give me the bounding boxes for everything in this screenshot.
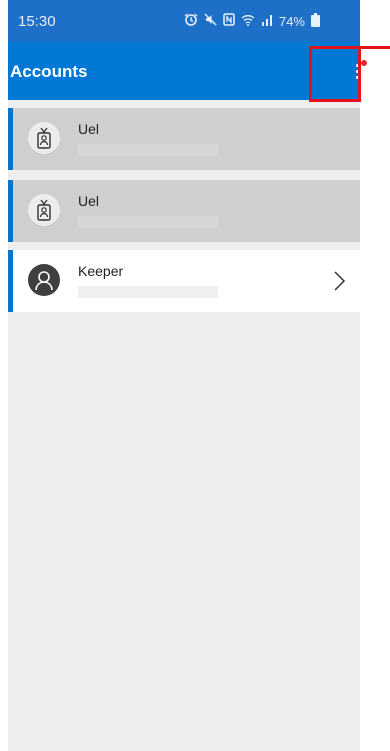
battery-icon — [311, 13, 320, 27]
account-item-keeper[interactable]: Keeper — [8, 250, 360, 312]
mute-icon — [204, 13, 217, 29]
notification-dot — [361, 60, 367, 66]
app-screen: 15:30 74% Accounts Uel Uel Keeper — [8, 0, 360, 751]
nfc-icon — [223, 13, 235, 29]
accent-bar — [8, 250, 13, 312]
status-bar: 15:30 74% — [8, 0, 360, 42]
badge-icon — [28, 122, 60, 154]
accent-bar — [8, 108, 13, 170]
wifi-icon — [241, 14, 255, 29]
badge-icon — [28, 194, 60, 226]
alarm-icon — [184, 13, 198, 29]
battery-percent: 74% — [278, 13, 305, 29]
status-icons: 74% — [184, 13, 320, 29]
highlight-line — [361, 46, 390, 49]
account-email-redacted — [78, 144, 218, 156]
accent-bar — [8, 180, 13, 242]
chevron-right-icon[interactable] — [328, 270, 350, 292]
person-icon — [28, 264, 60, 296]
highlight-box — [309, 46, 361, 102]
page-title: Accounts — [10, 62, 88, 81]
account-name: Uel — [78, 193, 100, 209]
signal-icon — [261, 14, 273, 29]
account-item-uel-1[interactable]: Uel — [8, 108, 360, 170]
account-email-redacted — [78, 216, 218, 228]
account-name: Uel — [78, 121, 100, 137]
app-bar: Accounts — [8, 42, 360, 100]
account-item-uel-2[interactable]: Uel — [8, 180, 360, 242]
account-name: Keeper — [78, 263, 124, 279]
status-time: 15:30 — [18, 13, 56, 30]
account-email-redacted — [78, 286, 218, 298]
